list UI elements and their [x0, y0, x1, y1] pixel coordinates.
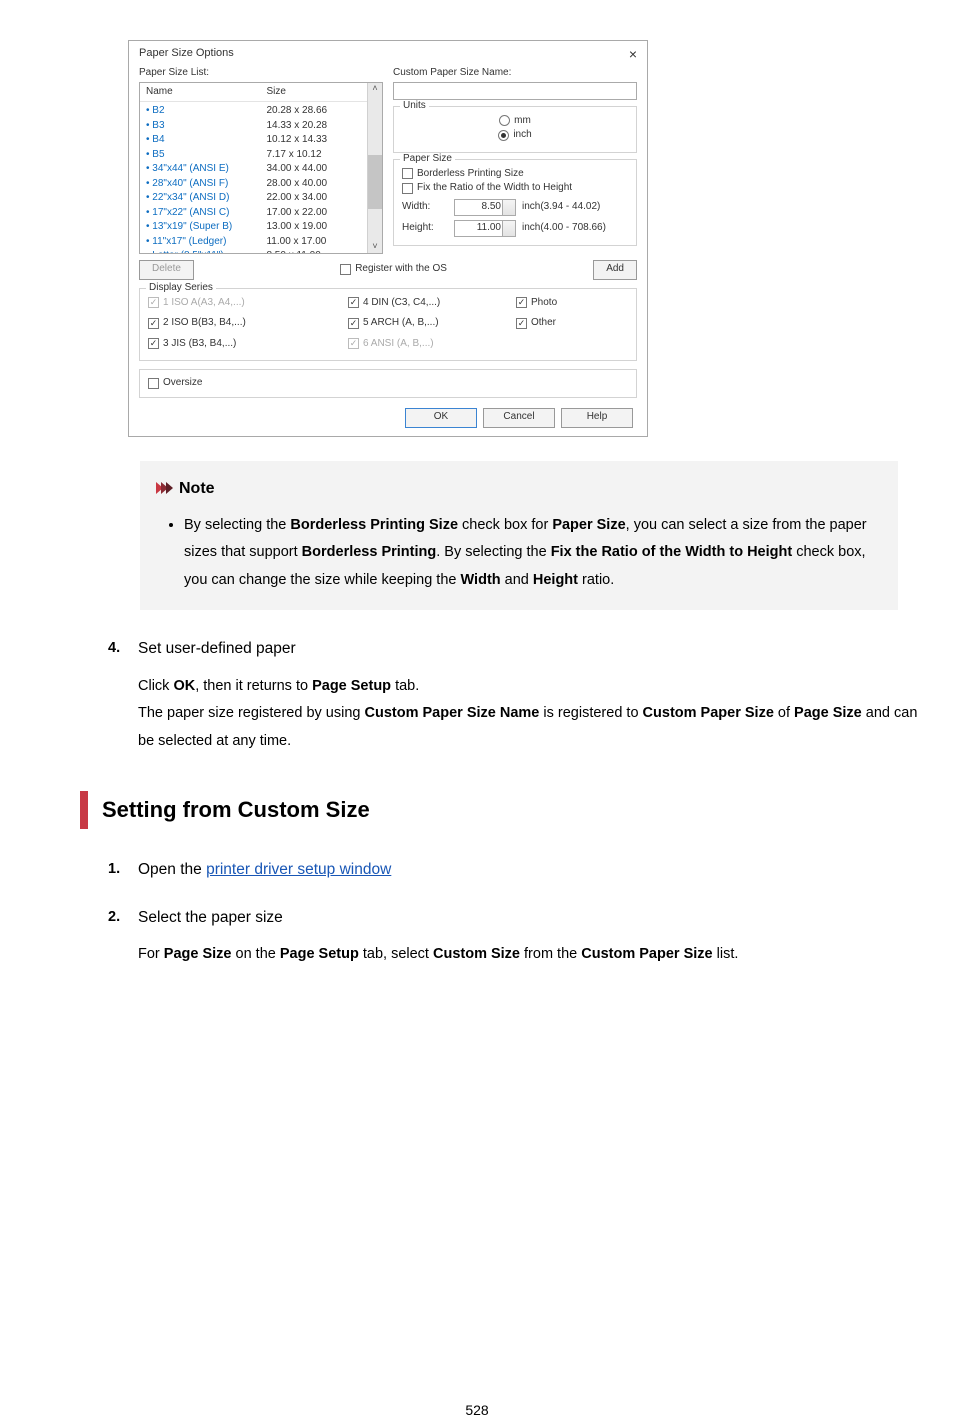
step-number: 2.	[108, 905, 128, 969]
height-label: Height:	[402, 222, 448, 235]
step-number: 1.	[108, 857, 128, 883]
custom-name-label: Custom Paper Size Name:	[393, 67, 637, 80]
list-item: • B410.12 x 14.33	[140, 133, 382, 148]
chevron-up-icon[interactable]: ˄	[368, 83, 382, 94]
list-item: • B314.33 x 20.28	[140, 119, 382, 134]
radio-inch-label: inch	[513, 129, 531, 142]
series-checkbox[interactable]	[516, 297, 527, 308]
series-checkbox[interactable]	[148, 297, 159, 308]
series-checkbox[interactable]	[516, 318, 527, 329]
step-2: 2. Select the paper size For Page Size o…	[108, 905, 926, 969]
series-label: Other	[531, 317, 556, 330]
series-label: 4 DIN (C3, C4,...)	[363, 297, 440, 310]
paper-size-fieldset: Paper Size Borderless Printing Size Fix …	[393, 159, 637, 246]
paper-size-legend: Paper Size	[400, 153, 455, 166]
list-item: • 28"x40" (ANSI F)28.00 x 40.00	[140, 177, 382, 192]
dialog-title: Paper Size Options	[139, 47, 234, 61]
dialog-titlebar: Paper Size Options ×	[129, 41, 647, 67]
height-range: inch(4.00 - 708.66)	[522, 222, 606, 235]
display-series-legend: Display Series	[146, 282, 216, 295]
height-stepper[interactable]: 11.00	[454, 220, 516, 237]
note-heading: Note	[156, 475, 882, 502]
series-label: 6 ANSI (A, B,...)	[363, 338, 434, 351]
series-label: 3 JIS (B3, B4,...)	[163, 338, 236, 351]
fix-ratio-checkbox[interactable]	[402, 183, 413, 194]
paper-size-options-dialog: Paper Size Options × Paper Size List: Na…	[128, 40, 648, 437]
width-stepper[interactable]: 8.50	[454, 199, 516, 216]
chevrons-icon	[156, 482, 171, 494]
step-4: 4. Set user-defined paper Click OK, then…	[108, 636, 926, 755]
oversize-label: Oversize	[163, 377, 202, 390]
list-item: • B57.17 x 10.12	[140, 148, 382, 163]
register-os-label: Register with the OS	[355, 263, 447, 276]
list-item: • B220.28 x 28.66	[140, 104, 382, 119]
series-checkbox[interactable]	[348, 338, 359, 349]
list-item: • Letter (8.5"x11")8.50 x 11.00	[140, 249, 382, 253]
paper-size-list-label: Paper Size List:	[139, 67, 383, 80]
list-item: • 17"x22" (ANSI C)17.00 x 22.00	[140, 206, 382, 221]
printer-driver-setup-link[interactable]: printer driver setup window	[206, 861, 391, 878]
step-title: Select the paper size	[138, 905, 738, 931]
step2-paragraph: For Page Size on the Page Setup tab, sel…	[138, 941, 738, 969]
fix-ratio-label: Fix the Ratio of the Width to Height	[417, 182, 572, 195]
page-number: 528	[28, 1399, 926, 1423]
col-name: Name	[146, 86, 266, 99]
list-header: Name Size	[140, 83, 382, 103]
ok-button[interactable]: OK	[405, 408, 477, 428]
add-button[interactable]: Add	[593, 260, 637, 280]
step-number: 4.	[108, 636, 128, 755]
series-label: 5 ARCH (A, B,...)	[363, 317, 439, 330]
series-checkbox[interactable]	[348, 318, 359, 329]
step-title: Set user-defined paper	[138, 636, 926, 662]
help-button[interactable]: Help	[561, 408, 633, 428]
oversize-checkbox[interactable]	[148, 378, 159, 389]
series-label: 2 ISO B(B3, B4,...)	[163, 317, 246, 330]
note-bullet: By selecting the Borderless Printing Siz…	[184, 512, 882, 595]
list-item: • 13"x19" (Super B)13.00 x 19.00	[140, 220, 382, 235]
radio-mm[interactable]	[499, 115, 510, 126]
dialog-footer: OK Cancel Help	[139, 408, 637, 428]
col-size: Size	[266, 86, 376, 99]
delete-button[interactable]: Delete	[139, 260, 194, 280]
close-icon[interactable]: ×	[629, 47, 637, 61]
width-range: inch(3.94 - 44.02)	[522, 201, 600, 214]
section-heading: Setting from Custom Size	[80, 791, 926, 828]
radio-mm-label: mm	[514, 115, 531, 128]
radio-inch[interactable]	[498, 130, 509, 141]
register-os-checkbox[interactable]	[340, 264, 351, 275]
list-item: • 22"x34" (ANSI D)22.00 x 34.00	[140, 191, 382, 206]
borderless-label: Borderless Printing Size	[417, 168, 524, 181]
cancel-button[interactable]: Cancel	[483, 408, 555, 428]
units-fieldset: Units mm inch	[393, 106, 637, 153]
step4-paragraph: Click OK, then it returns to Page Setup …	[138, 673, 926, 756]
oversize-group: Oversize	[139, 369, 637, 398]
list-item: • 34"x44" (ANSI E)34.00 x 44.00	[140, 162, 382, 177]
step-1: 1. Open the printer driver setup window	[108, 857, 926, 883]
series-checkbox[interactable]	[148, 338, 159, 349]
borderless-checkbox[interactable]	[402, 168, 413, 179]
series-checkbox[interactable]	[148, 318, 159, 329]
units-legend: Units	[400, 100, 429, 113]
scrollbar[interactable]: ˄ ˅	[367, 83, 382, 253]
chevron-down-icon[interactable]: ˅	[368, 241, 382, 252]
custom-name-input[interactable]	[393, 82, 637, 100]
series-label: Photo	[531, 297, 557, 310]
paper-size-listbox[interactable]: Name Size • B220.28 x 28.66 • B314.33 x …	[139, 82, 383, 254]
scrollbar-thumb[interactable]	[368, 155, 382, 209]
note-title: Note	[179, 475, 215, 502]
series-checkbox[interactable]	[348, 297, 359, 308]
list-item: • 11"x17" (Ledger)11.00 x 17.00	[140, 235, 382, 250]
series-label: 1 ISO A(A3, A4,...)	[163, 297, 245, 310]
step-title: Open the printer driver setup window	[138, 857, 391, 883]
list-rows: • B220.28 x 28.66 • B314.33 x 20.28 • B4…	[140, 102, 382, 253]
width-label: Width:	[402, 201, 448, 214]
display-series-fieldset: Display Series 1 ISO A(A3, A4,...) 4 DIN…	[139, 288, 637, 362]
note-callout: Note By selecting the Borderless Printin…	[140, 461, 898, 611]
